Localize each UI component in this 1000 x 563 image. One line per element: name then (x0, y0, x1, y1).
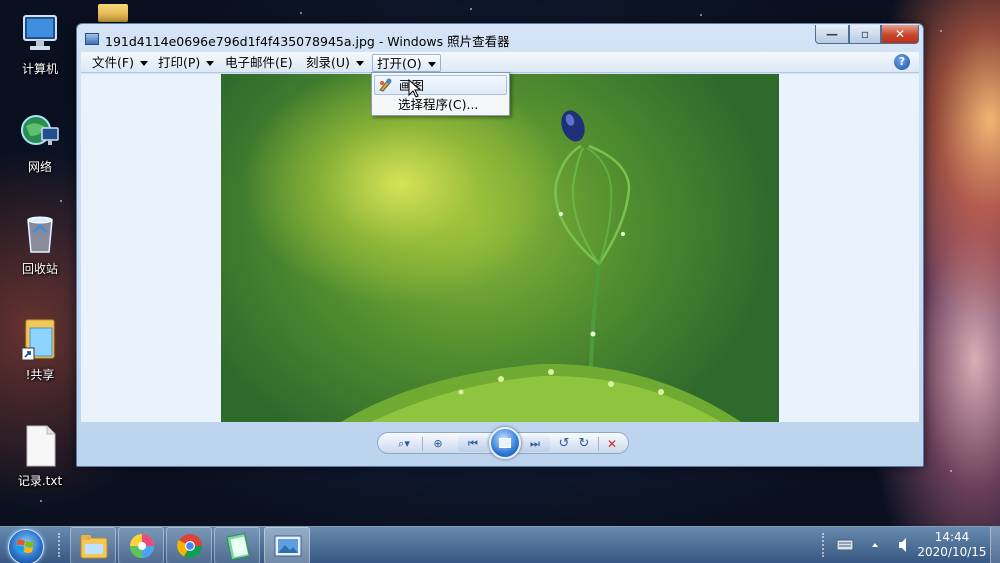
next-button[interactable]: ⏭ (520, 436, 550, 452)
zoom-icon[interactable]: ⌕▾ (392, 436, 416, 452)
chevron-down-icon (355, 61, 364, 66)
shared-folder-shortcut-icon (18, 318, 62, 362)
desktop-icon-recycle-bin[interactable]: 回收站 (5, 212, 75, 277)
chrome-icon (177, 534, 202, 559)
menu-item-label: 选择程序(C)... (398, 97, 479, 112)
photo-app-icon (130, 534, 154, 558)
window-title: 191d4114e0696e796d1f4f435078945a.jpg - W… (105, 34, 510, 49)
text-file-icon (18, 424, 62, 468)
clock[interactable]: 14:44 2020/10/15 (912, 530, 992, 560)
rotate-ccw-icon[interactable]: ↺ (556, 436, 572, 452)
taskbar-photo-app[interactable] (118, 527, 164, 563)
menu-email[interactable]: 电子邮件(E) (221, 54, 297, 72)
clock-date: 2020/10/15 (917, 545, 987, 559)
separator (598, 437, 599, 451)
close-icon: ✕ (894, 27, 906, 41)
photo-viewer-icon (274, 535, 302, 557)
menu-bar: 文件(F) 打印(P) 电子邮件(E) 刻录(U) 打开(O) ? (81, 52, 919, 73)
close-button[interactable]: ✕ (881, 25, 919, 44)
separator (422, 437, 423, 451)
taskbar-notepad[interactable] (214, 527, 260, 563)
paint-icon (379, 78, 392, 92)
rotate-cw-icon[interactable]: ↻ (576, 436, 592, 452)
photo-viewer-app-icon (85, 33, 99, 45)
folder-icon[interactable] (98, 4, 128, 22)
minimize-icon: — (826, 27, 838, 41)
taskbar: 14:44 2020/10/15 (0, 526, 1000, 563)
chevron-down-icon (206, 61, 215, 66)
network-icon (18, 110, 62, 154)
sprout-photo (341, 110, 741, 422)
control-bar: ⌕▾ ⊕ ⏮ ⏭ ↺ ↻ ✕ (81, 422, 919, 464)
menu-file[interactable]: 文件(F) (88, 54, 152, 72)
recycle-bin-icon (18, 212, 62, 256)
menu-open[interactable]: 打开(O) (372, 54, 441, 72)
desktop-icon-computer[interactable]: 计算机 (5, 12, 75, 77)
chevron-down-icon (139, 61, 148, 66)
photo-image (221, 74, 779, 422)
windows-logo-icon (16, 539, 34, 553)
volume-icon[interactable] (898, 537, 912, 553)
menu-item-paint[interactable]: 画图 (374, 75, 507, 95)
chevron-down-icon (427, 62, 436, 67)
title-bar[interactable]: 191d4114e0696e796d1f4f435078945a.jpg - W… (77, 24, 923, 52)
mouse-cursor-icon (408, 79, 422, 98)
file-explorer-icon (80, 535, 108, 559)
taskbar-grip[interactable] (822, 533, 825, 557)
taskbar-chrome[interactable] (166, 527, 212, 563)
desktop-icon-network[interactable]: 网络 (5, 110, 75, 175)
taskbar-photo-viewer[interactable] (264, 527, 310, 563)
desktop-icon-text-file[interactable]: 记录.txt (5, 424, 75, 489)
start-button[interactable] (8, 529, 44, 563)
menu-burn[interactable]: 刻录(U) (302, 54, 368, 72)
chevron-up-icon[interactable] (870, 541, 880, 549)
minimize-button[interactable]: — (815, 25, 849, 44)
image-display-area (81, 74, 919, 422)
open-dropdown-menu: 画图 选择程序(C)... (371, 72, 510, 116)
maximize-icon: ▫ (860, 27, 870, 41)
show-desktop-button[interactable] (990, 527, 1000, 563)
taskbar-file-explorer[interactable] (70, 527, 116, 563)
fit-window-icon[interactable]: ⊕ (430, 436, 446, 452)
taskbar-grip[interactable] (58, 533, 61, 557)
delete-icon[interactable]: ✕ (604, 436, 620, 452)
menu-item-choose-program[interactable]: 选择程序(C)... (374, 95, 507, 115)
help-icon[interactable]: ? (894, 54, 910, 70)
slideshow-icon (499, 438, 511, 448)
menu-print[interactable]: 打印(P) (154, 54, 218, 72)
keyboard-icon[interactable] (836, 539, 854, 551)
computer-icon (18, 12, 62, 56)
desktop-icon-shared[interactable]: !共享 (5, 318, 75, 383)
slideshow-button[interactable] (489, 427, 521, 459)
maximize-button[interactable]: ▫ (849, 25, 881, 44)
notepad-icon (226, 532, 250, 560)
clock-time: 14:44 (934, 530, 970, 544)
previous-button[interactable]: ⏮ (458, 436, 488, 452)
